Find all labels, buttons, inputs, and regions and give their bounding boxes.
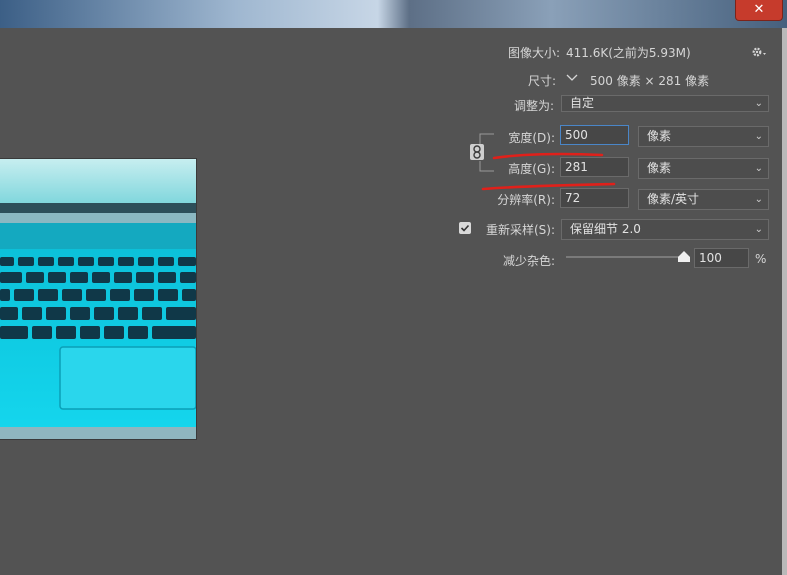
height-unit-select[interactable]: 像素 ⌄ — [638, 158, 769, 179]
close-icon: ✕ — [753, 2, 765, 17]
width-input[interactable]: 500 — [560, 125, 629, 145]
resolution-unit-select[interactable]: 像素/英寸 ⌄ — [638, 189, 769, 210]
reduce-noise-slider-track[interactable] — [566, 256, 684, 258]
resample-method-select[interactable]: 保留细节 2.0 ⌄ — [561, 219, 769, 240]
resample-method-value: 保留细节 2.0 — [570, 222, 641, 236]
image-size-value: 411.6K(之前为5.93M) — [566, 46, 691, 60]
resolution-unit-value: 像素/英寸 — [647, 192, 700, 206]
width-label: 宽度(D): — [508, 131, 555, 145]
gear-icon[interactable] — [751, 45, 767, 62]
reduce-noise-label: 减少杂色: — [502, 254, 555, 268]
chevron-down-icon: ⌄ — [754, 194, 763, 205]
chevron-down-icon: ⌄ — [754, 98, 763, 109]
window-edge — [782, 28, 787, 575]
chevron-down-icon: ⌄ — [754, 224, 763, 235]
dimensions-chevron-icon[interactable] — [565, 70, 579, 84]
image-preview[interactable] — [0, 158, 197, 440]
fit-to-value: 自定 — [570, 96, 595, 110]
chevron-down-icon: ⌄ — [754, 163, 763, 174]
slider-handle-icon[interactable] — [678, 251, 690, 265]
dimensions-label: 尺寸: — [527, 74, 556, 88]
height-unit-value: 像素 — [647, 161, 672, 175]
image-size-label: 图像大小: — [507, 46, 560, 60]
close-button[interactable]: ✕ — [735, 0, 783, 21]
fit-to-select[interactable]: 自定 ⌄ — [561, 95, 769, 112]
dimensions-value: 500 像素 × 281 像素 — [590, 74, 710, 88]
chevron-down-icon: ⌄ — [754, 131, 763, 142]
desktop-background — [0, 0, 787, 28]
width-unit-value: 像素 — [647, 129, 672, 143]
laptop-keyboard-photo — [0, 159, 196, 439]
fit-to-label: 调整为: — [513, 99, 554, 113]
resample-label: 重新采样(S): — [485, 223, 555, 237]
reduce-noise-input[interactable]: 100 — [694, 248, 749, 268]
red-annotation-strokes — [481, 152, 616, 191]
width-unit-select[interactable]: 像素 ⌄ — [638, 126, 769, 147]
reduce-noise-unit: % — [755, 252, 767, 266]
